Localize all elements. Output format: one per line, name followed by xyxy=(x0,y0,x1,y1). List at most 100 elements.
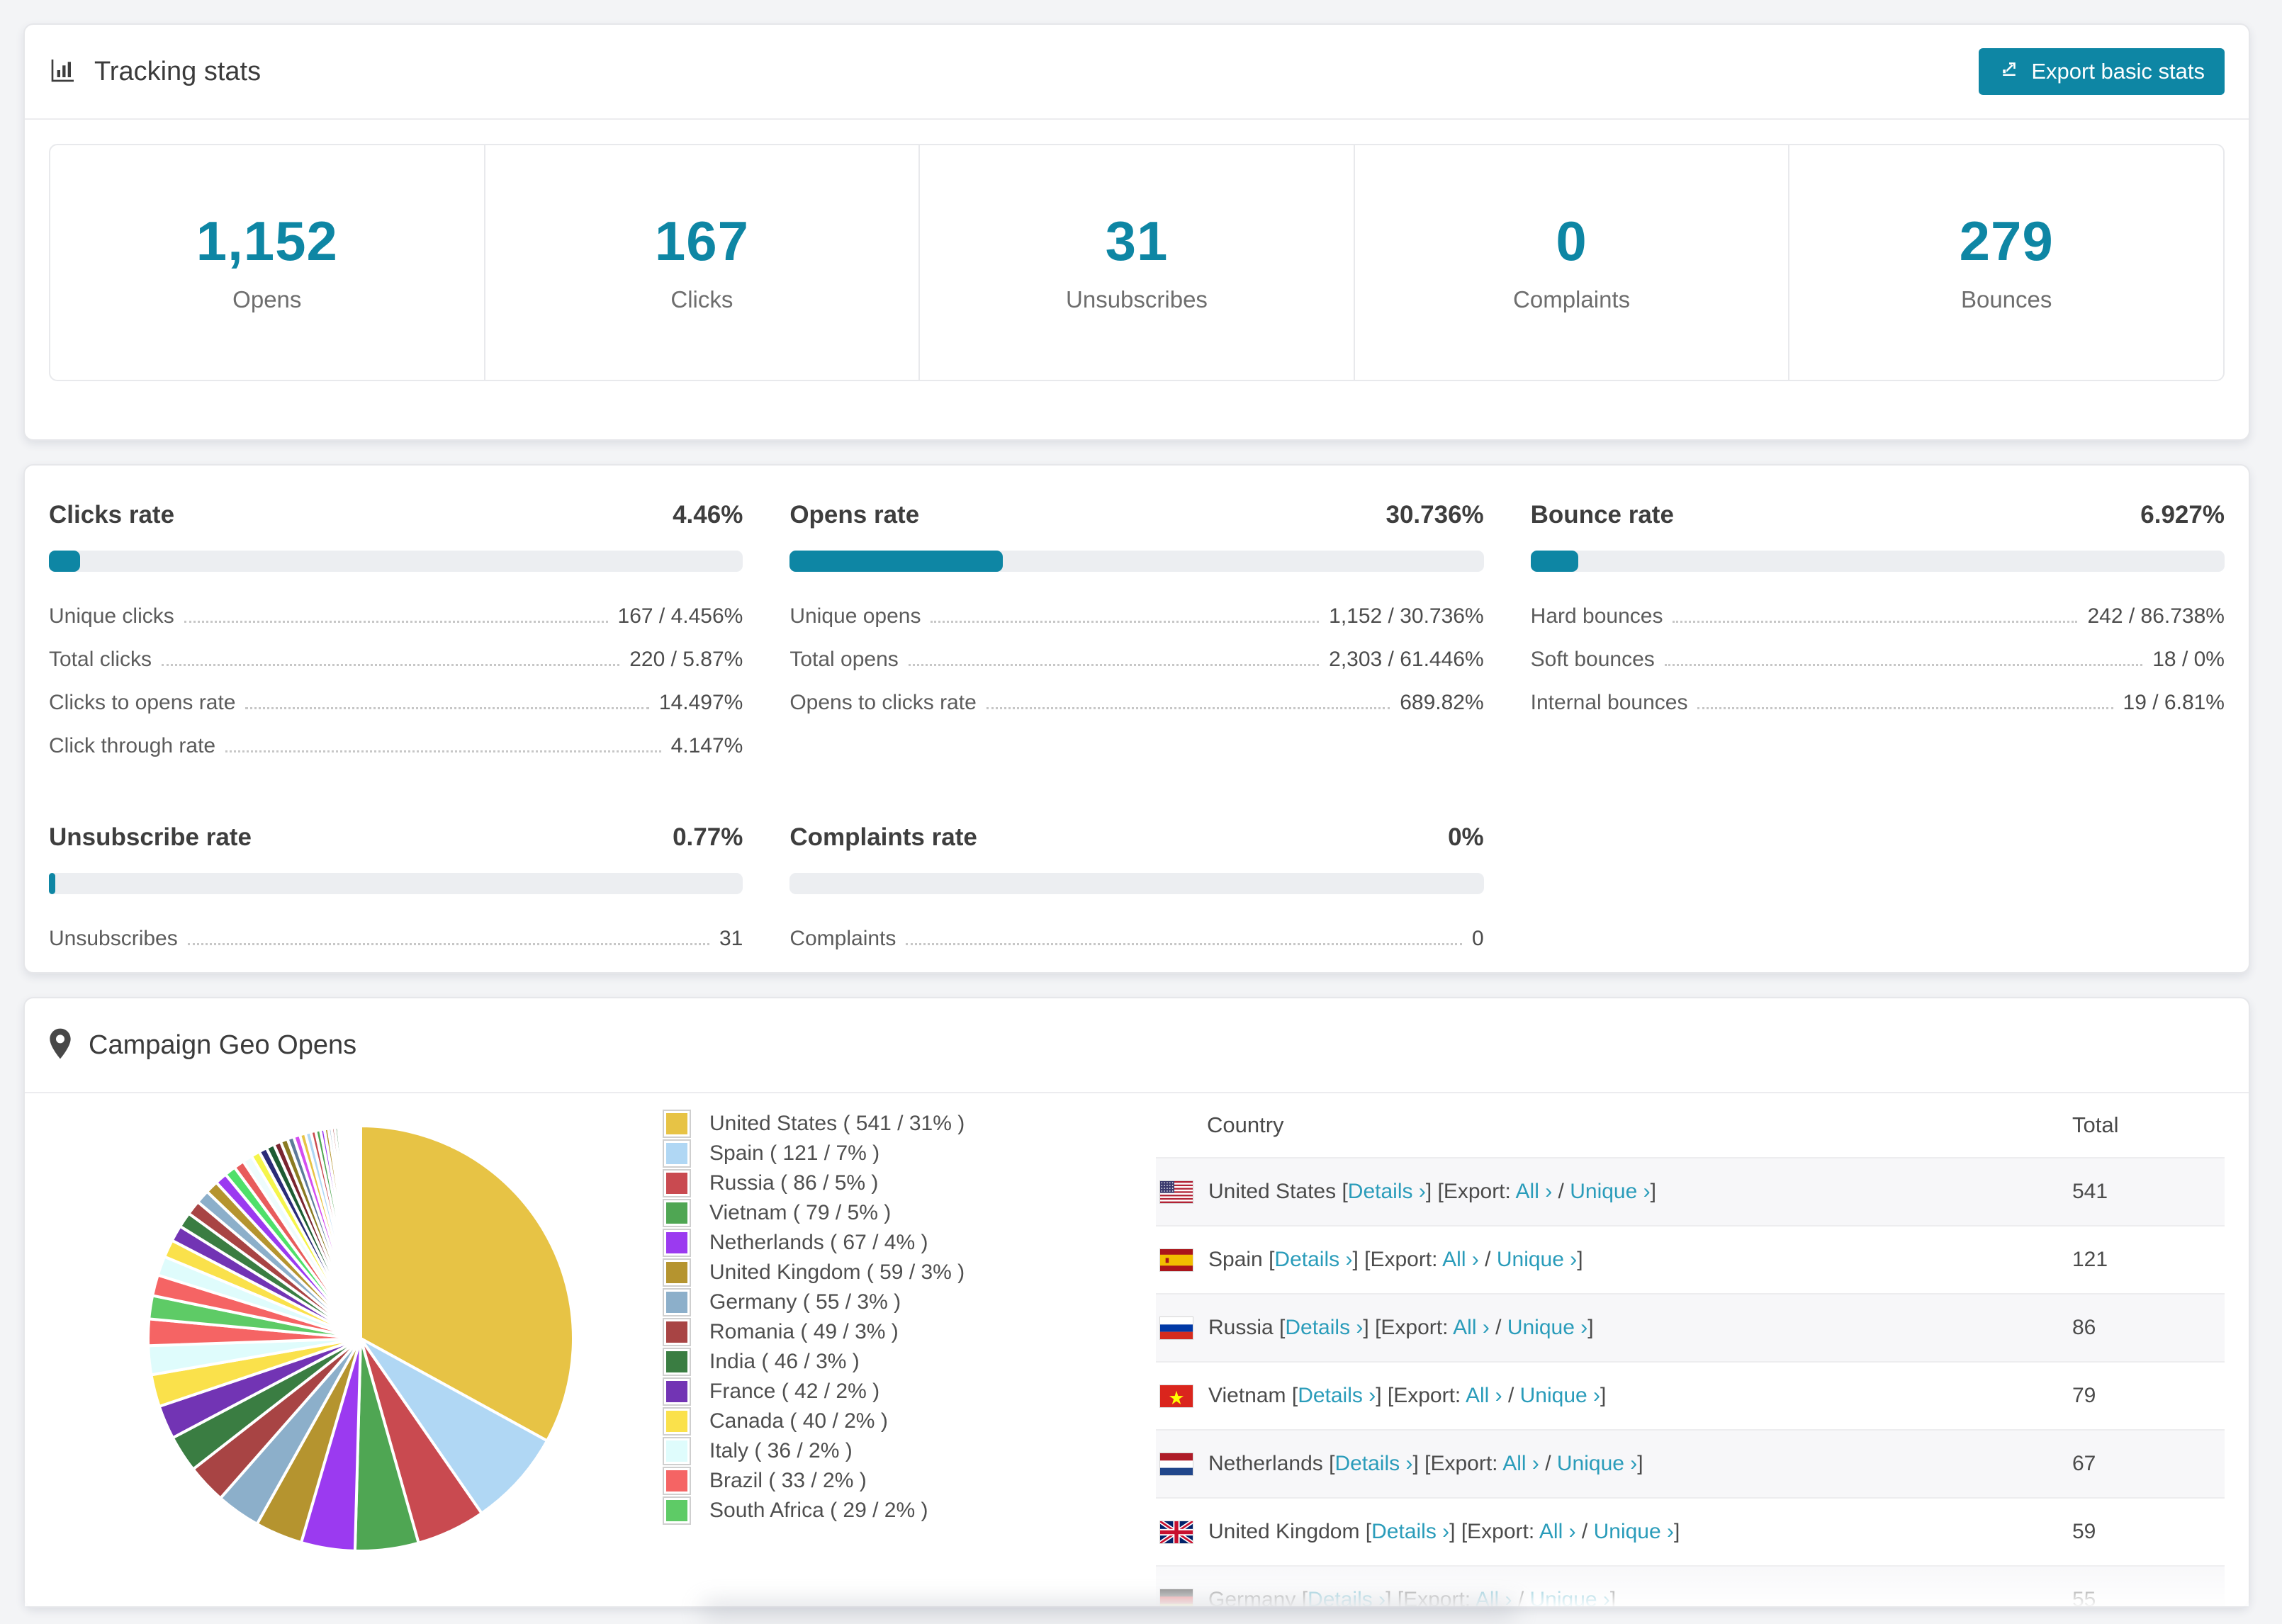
dotted-leader xyxy=(931,621,1320,623)
summary-stat-value: 0 xyxy=(1556,210,1587,272)
legend-item: Canada ( 40 / 2% ) xyxy=(663,1406,1102,1436)
legend-label: Germany ( 55 / 3% ) xyxy=(709,1290,901,1314)
dotted-leader xyxy=(906,943,1462,945)
details-link[interactable]: Details › xyxy=(1285,1316,1363,1339)
legend-item: Germany ( 55 / 3% ) xyxy=(663,1287,1102,1317)
flag-us-icon xyxy=(1160,1180,1193,1203)
legend-item: Brazil ( 33 / 2% ) xyxy=(663,1466,1102,1496)
details-link[interactable]: Details › xyxy=(1298,1384,1376,1407)
dotted-leader xyxy=(225,750,661,752)
rate-progress-fill xyxy=(49,551,80,572)
rate-progress-fill xyxy=(1530,551,1579,572)
rate-detail-label: Unsubscribes xyxy=(49,927,178,950)
table-row: Russia [Details ›] [Export: All › / Uniq… xyxy=(1156,1293,2225,1361)
summary-stat-label: Clicks xyxy=(670,286,734,312)
rate-detail-value: 242 / 86.738% xyxy=(2087,604,2225,628)
legend-item: United States ( 541 / 31% ) xyxy=(663,1109,1102,1139)
rate-block: Bounce rate 6.927% Hard bounces 242 / 86.73… xyxy=(1530,501,2225,758)
rates-grid: Clicks rate 4.46% Unique clicks 167 / 4.456… xyxy=(25,466,2249,972)
legend-color-swatch xyxy=(663,1377,691,1406)
country-total: 79 xyxy=(2072,1384,2096,1407)
rates-card: Clicks rate 4.46% Unique clicks 167 / 4.456… xyxy=(23,464,2250,974)
export-unique-link[interactable]: Unique › xyxy=(1594,1520,1674,1543)
rate-progress-bar xyxy=(49,551,743,572)
country-cell: Vietnam [Details ›] [Export: All › / Uni… xyxy=(1208,1384,1607,1407)
country-name: United Kingdom xyxy=(1208,1520,1360,1543)
rate-title-value: 0% xyxy=(1448,823,1484,851)
legend-label: Canada ( 40 / 2% ) xyxy=(709,1409,888,1433)
country-name: Netherlands xyxy=(1208,1452,1323,1475)
legend-item: Romania ( 49 / 3% ) xyxy=(663,1317,1102,1347)
flag-vn-icon xyxy=(1160,1385,1193,1407)
summary-stat-cell: 0 Complaints xyxy=(1353,145,1789,380)
dotted-leader xyxy=(1697,707,2113,709)
geo-opens-body: United States ( 541 / 31% ) Spain ( 121 /… xyxy=(25,1093,2249,1606)
rate-detail-label: Unique opens xyxy=(789,604,921,628)
export-all-link[interactable]: All › xyxy=(1442,1248,1479,1271)
rate-detail-row: Opens to clicks rate 689.82% xyxy=(789,691,1483,715)
country-cell: United Kingdom [Details ›] [Export: All … xyxy=(1208,1520,1680,1543)
geo-table-header: Country Total xyxy=(1156,1093,2225,1157)
country-total: 121 xyxy=(2072,1248,2108,1271)
rate-title-value: 4.46% xyxy=(673,501,743,529)
legend-label: Spain ( 121 / 7% ) xyxy=(709,1141,880,1165)
export-basic-stats-button[interactable]: Export basic stats xyxy=(1979,48,2225,95)
export-unique-link[interactable]: Unique › xyxy=(1497,1248,1577,1271)
legend-color-swatch xyxy=(663,1437,691,1465)
legend-item: Netherlands ( 67 / 4% ) xyxy=(663,1228,1102,1258)
legend-label: India ( 46 / 3% ) xyxy=(709,1350,860,1373)
rate-title-label: Opens rate xyxy=(789,501,920,529)
details-link[interactable]: Details › xyxy=(1334,1452,1412,1475)
geo-pie-legend: United States ( 541 / 31% ) Spain ( 121 /… xyxy=(663,1109,1102,1526)
legend-item: Russia ( 86 / 5% ) xyxy=(663,1168,1102,1198)
legend-label: Brazil ( 33 / 2% ) xyxy=(709,1469,867,1492)
rate-detail-row: Complaints 0 xyxy=(789,927,1483,951)
summary-stat-cell: 1,152 Opens xyxy=(50,145,484,380)
export-unique-link[interactable]: Unique › xyxy=(1557,1452,1637,1475)
summary-stat-value: 167 xyxy=(654,210,749,272)
rate-detail-label: Clicks to opens rate xyxy=(49,691,236,714)
export-all-link[interactable]: All › xyxy=(1539,1520,1576,1543)
legend-color-swatch xyxy=(663,1169,691,1197)
export-all-link[interactable]: All › xyxy=(1453,1316,1490,1339)
table-row: United States [Details ›] [Export: All ›… xyxy=(1156,1157,2225,1225)
export-unique-link[interactable]: Unique › xyxy=(1507,1316,1587,1339)
legend-item: Italy ( 36 / 2% ) xyxy=(663,1436,1102,1466)
rate-progress-fill xyxy=(789,551,1004,572)
rate-detail-label: Internal bounces xyxy=(1530,691,1688,714)
legend-item: Spain ( 121 / 7% ) xyxy=(663,1139,1102,1168)
export-all-link[interactable]: All › xyxy=(1502,1452,1539,1475)
dotted-leader xyxy=(187,943,709,945)
rate-detail-value: 0 xyxy=(1471,927,1484,950)
export-unique-link[interactable]: Unique › xyxy=(1570,1180,1650,1203)
legend-label: United Kingdom ( 59 / 3% ) xyxy=(709,1261,965,1284)
flag-gb-icon xyxy=(1160,1521,1193,1543)
dashboard-page: Tracking stats Export basic stats 1,152 O… xyxy=(23,23,2250,1608)
summary-stat-cell: 167 Clicks xyxy=(483,145,919,380)
rate-detail-row: Internal bounces 19 / 6.81% xyxy=(1531,691,2225,715)
legend-label: Russia ( 86 / 5% ) xyxy=(709,1171,879,1195)
rate-detail-row: Clicks to opens rate 14.497% xyxy=(49,691,743,715)
details-link[interactable]: Details › xyxy=(1348,1180,1426,1203)
rate-detail-value: 1,152 / 30.736% xyxy=(1329,604,1484,628)
details-link[interactable]: Details › xyxy=(1274,1248,1352,1271)
export-all-link[interactable]: All › xyxy=(1516,1180,1553,1203)
rate-detail-label: Hard bounces xyxy=(1530,604,1663,628)
rate-title: Clicks rate 4.46% xyxy=(49,501,743,529)
export-unique-link[interactable]: Unique › xyxy=(1520,1384,1600,1407)
rate-detail-value: 4.147% xyxy=(670,734,743,757)
table-row: Vietnam [Details ›] [Export: All › / Uni… xyxy=(1156,1361,2225,1429)
geo-opens-title: Campaign Geo Opens xyxy=(89,1030,357,1060)
country-total: 86 xyxy=(2072,1316,2096,1339)
rate-detail-label: Unique clicks xyxy=(49,604,174,628)
dotted-leader xyxy=(245,707,649,709)
details-link[interactable]: Details › xyxy=(1371,1520,1449,1543)
rate-title-label: Clicks rate xyxy=(49,501,175,529)
summary-stat-label: Opens xyxy=(232,286,302,312)
rate-detail-label: Total clicks xyxy=(49,648,152,671)
export-all-link[interactable]: All › xyxy=(1466,1384,1502,1407)
rate-title: Bounce rate 6.927% xyxy=(1531,501,2225,529)
rate-detail-label: Click through rate xyxy=(49,734,216,757)
legend-label: France ( 42 / 2% ) xyxy=(709,1380,880,1403)
geo-table: Country Total United States [Details ›] … xyxy=(1156,1093,2225,1606)
